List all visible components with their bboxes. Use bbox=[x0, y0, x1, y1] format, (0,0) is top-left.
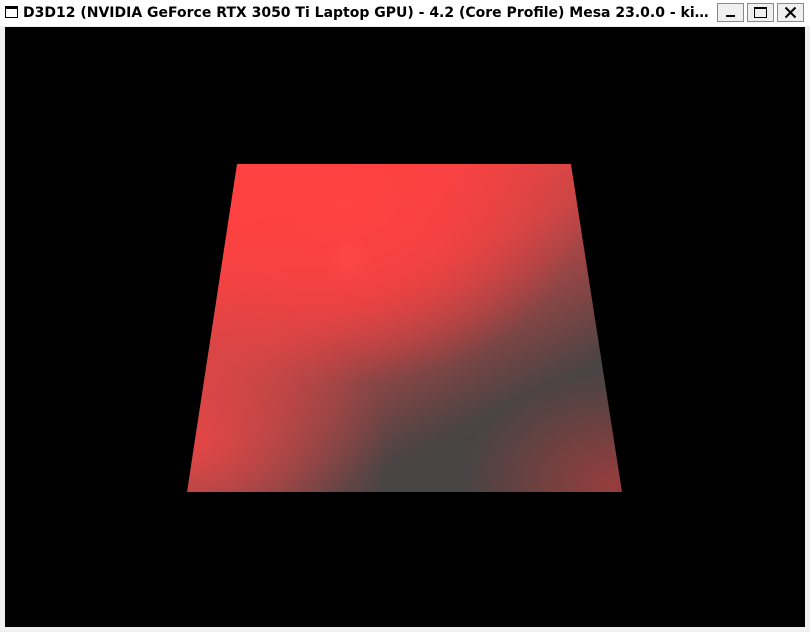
title-bar[interactable]: D3D12 (NVIDIA GeForce RTX 3050 Ti Laptop… bbox=[0, 0, 810, 26]
window-title: D3D12 (NVIDIA GeForce RTX 3050 Ti Laptop… bbox=[23, 5, 713, 21]
render-viewport[interactable] bbox=[5, 27, 805, 627]
maximize-icon bbox=[754, 7, 767, 18]
close-icon bbox=[784, 6, 797, 19]
lit-plane bbox=[187, 164, 622, 492]
app-window: D3D12 (NVIDIA GeForce RTX 3050 Ti Laptop… bbox=[0, 0, 810, 632]
render-scene bbox=[5, 27, 805, 627]
minimize-icon bbox=[726, 15, 735, 17]
minimize-button[interactable] bbox=[717, 3, 744, 22]
close-button[interactable] bbox=[777, 3, 804, 22]
light-highlight bbox=[325, 236, 373, 284]
maximize-button[interactable] bbox=[747, 3, 774, 22]
window-icon[interactable] bbox=[5, 6, 18, 18]
